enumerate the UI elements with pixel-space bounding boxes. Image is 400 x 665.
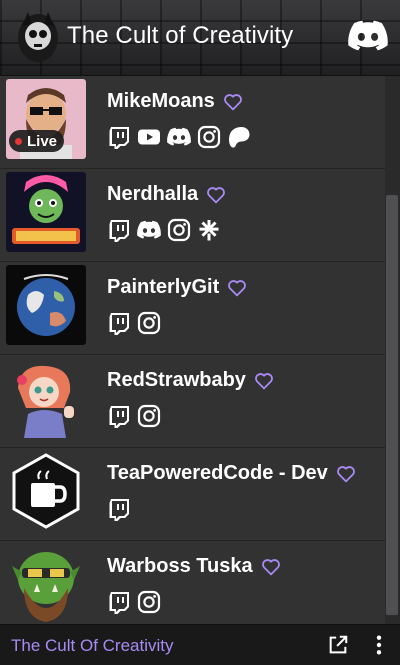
member-name-text[interactable]: Nerdhalla [107, 183, 198, 206]
member-list[interactable]: Live MikeMoans Nerdhalla PainterlyGit Re… [0, 76, 400, 624]
avatar[interactable] [6, 544, 86, 624]
social-links [107, 497, 131, 521]
member-name-text[interactable]: Warboss Tuska [107, 555, 253, 578]
panel-header: The Cult of Creativity [0, 0, 400, 76]
instagram-icon[interactable] [137, 404, 161, 428]
social-links [107, 218, 221, 242]
scrollbar-thumb[interactable] [386, 195, 398, 615]
panel-title: The Cult of Creativity [67, 22, 294, 49]
live-label: Live [27, 132, 58, 150]
instagram-icon[interactable] [167, 218, 191, 242]
live-dot-icon [15, 137, 22, 145]
heart-icon[interactable] [223, 93, 243, 111]
list-item[interactable]: TeaPoweredCode - Dev [0, 448, 385, 541]
list-item[interactable]: RedStrawbaby [0, 355, 385, 448]
social-links [107, 311, 161, 335]
instagram-icon[interactable] [137, 311, 161, 335]
panel-footer: The Cult Of Creativity [0, 624, 400, 665]
list-item[interactable]: PainterlyGit [0, 262, 385, 355]
member-name[interactable]: TeaPoweredCode - Dev [107, 462, 356, 485]
member-name[interactable]: PainterlyGit [107, 276, 247, 299]
youtube-icon[interactable] [137, 125, 161, 149]
member-name[interactable]: MikeMoans [107, 90, 243, 113]
cult-logo-icon [18, 12, 58, 62]
twitch-icon[interactable] [107, 311, 131, 335]
member-name-text[interactable]: TeaPoweredCode - Dev [107, 462, 328, 485]
avatar[interactable] [6, 172, 86, 252]
list-item[interactable]: Warboss Tuska [0, 541, 385, 624]
patreon-icon[interactable] [227, 125, 251, 149]
linktree-icon[interactable] [197, 218, 221, 242]
avatar[interactable] [6, 358, 86, 438]
instagram-icon[interactable] [137, 590, 161, 614]
footer-title[interactable]: The Cult Of Creativity [11, 636, 174, 656]
twitch-icon[interactable] [107, 590, 131, 614]
avatar[interactable] [6, 451, 86, 531]
avatar[interactable] [6, 265, 86, 345]
list-item[interactable]: Live MikeMoans [0, 76, 385, 169]
twitch-icon[interactable] [107, 125, 131, 149]
live-badge: Live [9, 130, 65, 152]
member-name-text[interactable]: MikeMoans [107, 90, 215, 113]
member-name-text[interactable]: PainterlyGit [107, 276, 219, 299]
heart-icon[interactable] [206, 186, 226, 204]
heart-icon[interactable] [336, 465, 356, 483]
discord-icon[interactable] [137, 218, 161, 242]
member-name-text[interactable]: RedStrawbaby [107, 369, 246, 392]
discord-icon[interactable] [167, 125, 191, 149]
more-vertical-icon[interactable] [368, 634, 390, 656]
social-links [107, 125, 251, 149]
twitch-icon[interactable] [107, 404, 131, 428]
member-name[interactable]: Warboss Tuska [107, 555, 281, 578]
heart-icon[interactable] [261, 558, 281, 576]
twitch-icon[interactable] [107, 218, 131, 242]
heart-icon[interactable] [254, 372, 274, 390]
instagram-icon[interactable] [197, 125, 221, 149]
external-link-icon[interactable] [327, 634, 349, 656]
social-links [107, 404, 161, 428]
discord-icon[interactable] [348, 20, 388, 52]
member-name[interactable]: RedStrawbaby [107, 369, 274, 392]
heart-icon[interactable] [227, 279, 247, 297]
twitch-icon[interactable] [107, 497, 131, 521]
list-item[interactable]: Nerdhalla [0, 169, 385, 262]
social-links [107, 590, 161, 614]
member-name[interactable]: Nerdhalla [107, 183, 226, 206]
